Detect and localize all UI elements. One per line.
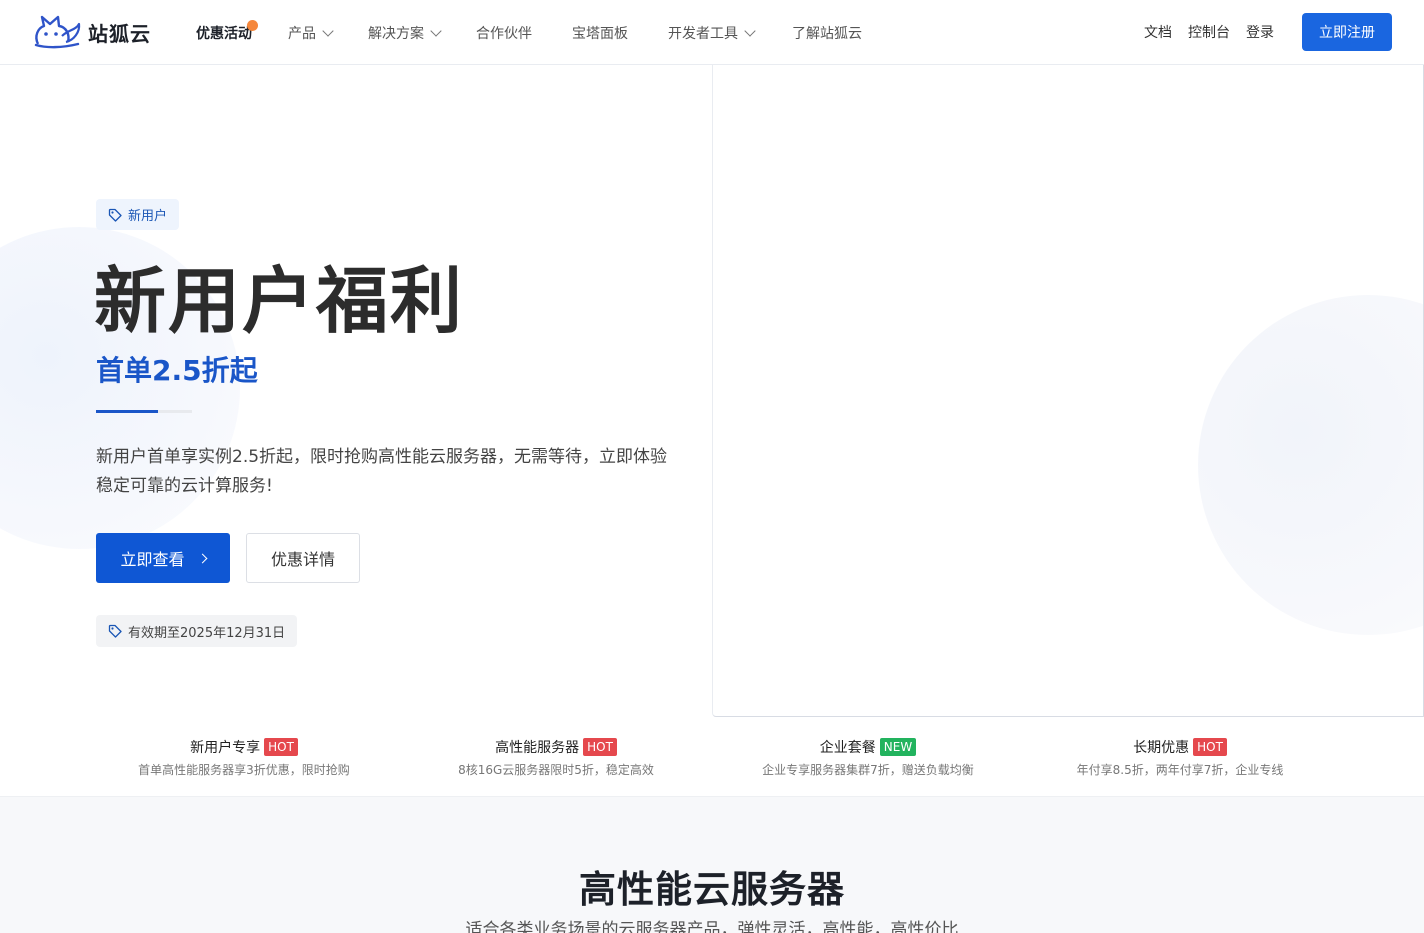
promo-title: 长期优惠 <box>1133 740 1190 756</box>
nav-label: 了解站狐云 <box>792 25 862 42</box>
nav-label: 合作伙伴 <box>476 25 532 42</box>
promo-card-enterprise[interactable]: 企业套餐 NEW 企业专享服务器集群7折，赠送负载均衡 <box>703 737 1033 778</box>
tag-icon <box>108 208 122 222</box>
promo-title: 高性能服务器 <box>495 740 580 756</box>
products-section: 高性能云服务器 适合各类业务场景的云服务器产品，弹性灵活，高性能，高性价比 <box>0 797 1424 933</box>
hot-badge: HOT <box>583 738 617 756</box>
nav-label: 产品 <box>288 25 316 42</box>
console-link[interactable]: 控制台 <box>1188 22 1230 42</box>
tag-icon <box>108 624 122 638</box>
promo-desc: 企业专享服务器集群7折，赠送负载均衡 <box>762 763 974 777</box>
promo-card-high-perf[interactable]: 高性能服务器 HOT 8核16G云服务器限时5折，稳定高效 <box>391 737 721 778</box>
new-badge: NEW <box>879 738 917 756</box>
docs-link[interactable]: 文档 <box>1144 22 1172 42</box>
validity-badge: 有效期至2025年12月31日 <box>96 615 298 647</box>
hot-badge: HOT <box>1193 738 1227 756</box>
new-user-tag: 新用户 <box>96 199 180 230</box>
promo-desc: 首单高性能服务器享3折优惠，限时抢购 <box>138 763 350 777</box>
header-actions: 文档 控制台 登录 立即注册 <box>1128 13 1392 51</box>
hero-description: 新用户首单享实例2.5折起，限时抢购高性能云服务器，无需等待，立即体验稳定可靠的… <box>96 447 668 496</box>
chevron-down-icon <box>430 24 442 37</box>
section-subtitle: 适合各类业务场景的云服务器产品，弹性灵活，高性能，高性价比 <box>465 920 959 933</box>
promo-title: 新用户专享 <box>190 740 261 756</box>
register-button[interactable]: 立即注册 <box>1302 13 1392 51</box>
section-title: 高性能云服务器 <box>579 868 845 911</box>
hero-title: 新用户福利 <box>94 259 465 343</box>
nav-item-solutions[interactable]: 解决方案 <box>368 0 442 65</box>
promo-title: 企业套餐 <box>819 740 876 756</box>
nav-item-promotions[interactable]: 优惠活动 <box>196 0 258 65</box>
tag-label: 新用户 <box>128 209 168 224</box>
nav-label: 优惠活动 <box>196 25 252 42</box>
nav-item-partners[interactable]: 合作伙伴 <box>476 0 532 65</box>
promo-card-new-user[interactable]: 新用户专享 HOT 首单高性能服务器享3折优惠，限时抢购 <box>79 737 409 778</box>
nav-label: 开发者工具 <box>668 25 738 42</box>
nav-item-dev-tools[interactable]: 开发者工具 <box>668 0 756 65</box>
logo[interactable]: 站狐云 <box>32 14 151 50</box>
nav-item-bt-panel[interactable]: 宝塔面板 <box>572 0 628 65</box>
hero-subtitle: 首单2.5折起 <box>96 354 258 387</box>
chevron-down-icon <box>744 24 756 37</box>
hero-image-panel <box>712 65 1424 717</box>
logo-text: 站狐云 <box>88 21 151 46</box>
notification-dot <box>247 20 258 31</box>
offer-details-button[interactable]: 优惠详情 <box>246 533 360 583</box>
button-label: 立即查看 <box>120 550 185 569</box>
chevron-right-icon <box>197 553 207 563</box>
login-link[interactable]: 登录 <box>1246 22 1274 42</box>
nav-item-products[interactable]: 产品 <box>288 0 334 65</box>
nav-label: 解决方案 <box>368 25 424 42</box>
promo-desc: 年付享8.5折，两年付享7折，企业专线 <box>1076 763 1284 777</box>
fox-logo-icon <box>34 15 81 49</box>
promo-card-long-term[interactable]: 长期优惠 HOT 年付享8.5折，两年付享7折，企业专线 <box>1015 737 1345 778</box>
top-header: 站狐云 优惠活动 产品 解决方案 合作伙伴 宝塔面板 开发者工具 了解站狐云 文… <box>0 0 1424 65</box>
promo-desc: 8核16G云服务器限时5折，稳定高效 <box>458 763 654 777</box>
hero-banner: 新用户 新用户福利 首单2.5折起 新用户首单享实例2.5折起，限时抢购高性能云… <box>0 65 1424 717</box>
main-nav: 优惠活动 产品 解决方案 合作伙伴 宝塔面板 开发者工具 了解站狐云 <box>196 0 862 65</box>
validity-text: 有效期至2025年12月31日 <box>128 625 286 641</box>
promo-strip: 新用户专享 HOT 首单高性能服务器享3折优惠，限时抢购 高性能服务器 HOT … <box>0 717 1424 797</box>
nav-label: 宝塔面板 <box>572 25 628 42</box>
hot-badge: HOT <box>264 738 298 756</box>
nav-item-about[interactable]: 了解站狐云 <box>792 0 862 65</box>
view-now-button[interactable]: 立即查看 <box>96 533 230 583</box>
chevron-down-icon <box>322 24 334 37</box>
title-divider <box>96 410 192 413</box>
